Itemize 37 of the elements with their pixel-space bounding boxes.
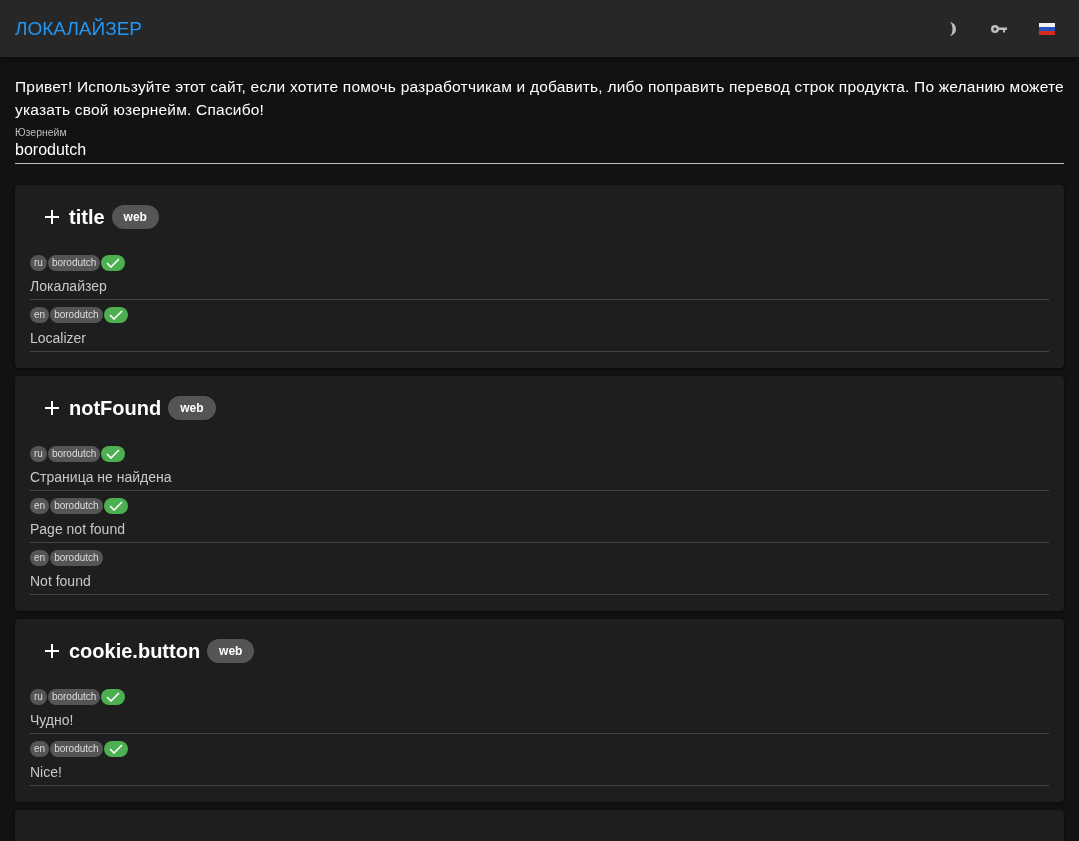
plus-icon[interactable] bbox=[45, 644, 59, 658]
user-chip: borodutch bbox=[50, 741, 103, 757]
key-icon[interactable] bbox=[991, 24, 1007, 33]
tag-chip: web bbox=[207, 639, 255, 663]
translation-text: Страница не найдена bbox=[30, 469, 173, 485]
translation-text: Nice! bbox=[30, 764, 63, 780]
language-chip: ru bbox=[30, 255, 47, 271]
translation-text: Page not found bbox=[30, 521, 126, 537]
entry-key: notFound bbox=[69, 396, 162, 420]
plus-icon[interactable] bbox=[45, 401, 59, 415]
username-field[interactable]: borodutch bbox=[15, 139, 1064, 164]
app-title[interactable]: ЛОКАЛАЙЗЕР bbox=[15, 17, 143, 40]
language-chip: en bbox=[30, 741, 50, 757]
language-chip: ru bbox=[30, 689, 47, 705]
translation-text: Локалайзер bbox=[30, 278, 108, 294]
language-chip: ru bbox=[30, 446, 47, 462]
language-chip: en bbox=[30, 550, 50, 566]
moon-icon[interactable] bbox=[947, 21, 959, 36]
user-chip: borodutch bbox=[47, 689, 101, 705]
user-chip: borodutch bbox=[50, 307, 103, 323]
entry-key: title bbox=[69, 205, 105, 229]
flag-icon[interactable] bbox=[1039, 22, 1055, 35]
user-chip: borodutch bbox=[50, 498, 103, 514]
translation-text: Not found bbox=[30, 573, 92, 589]
tag-chip: web bbox=[168, 396, 216, 420]
tag-chip: web bbox=[111, 205, 159, 229]
field-label: Юзернейм bbox=[15, 125, 68, 139]
user-chip: borodutch bbox=[47, 446, 101, 462]
plus-icon[interactable] bbox=[45, 210, 59, 224]
intro-text: Привет! Используйте этот сайт, если хотите помочь разработчикам и добавить, либо поправить перевод строк продукта. По желанию можете указать свой юзернейм. Спасибо! bbox=[15, 77, 1064, 120]
translation-text: Localizer bbox=[30, 330, 88, 346]
user-chip: borodutch bbox=[50, 550, 103, 566]
translation-text: Чудно! bbox=[30, 712, 75, 728]
entry-key: cookie.button bbox=[69, 639, 201, 663]
user-chip: borodutch bbox=[47, 255, 101, 271]
language-chip: en bbox=[30, 498, 50, 514]
language-chip: en bbox=[30, 307, 50, 323]
